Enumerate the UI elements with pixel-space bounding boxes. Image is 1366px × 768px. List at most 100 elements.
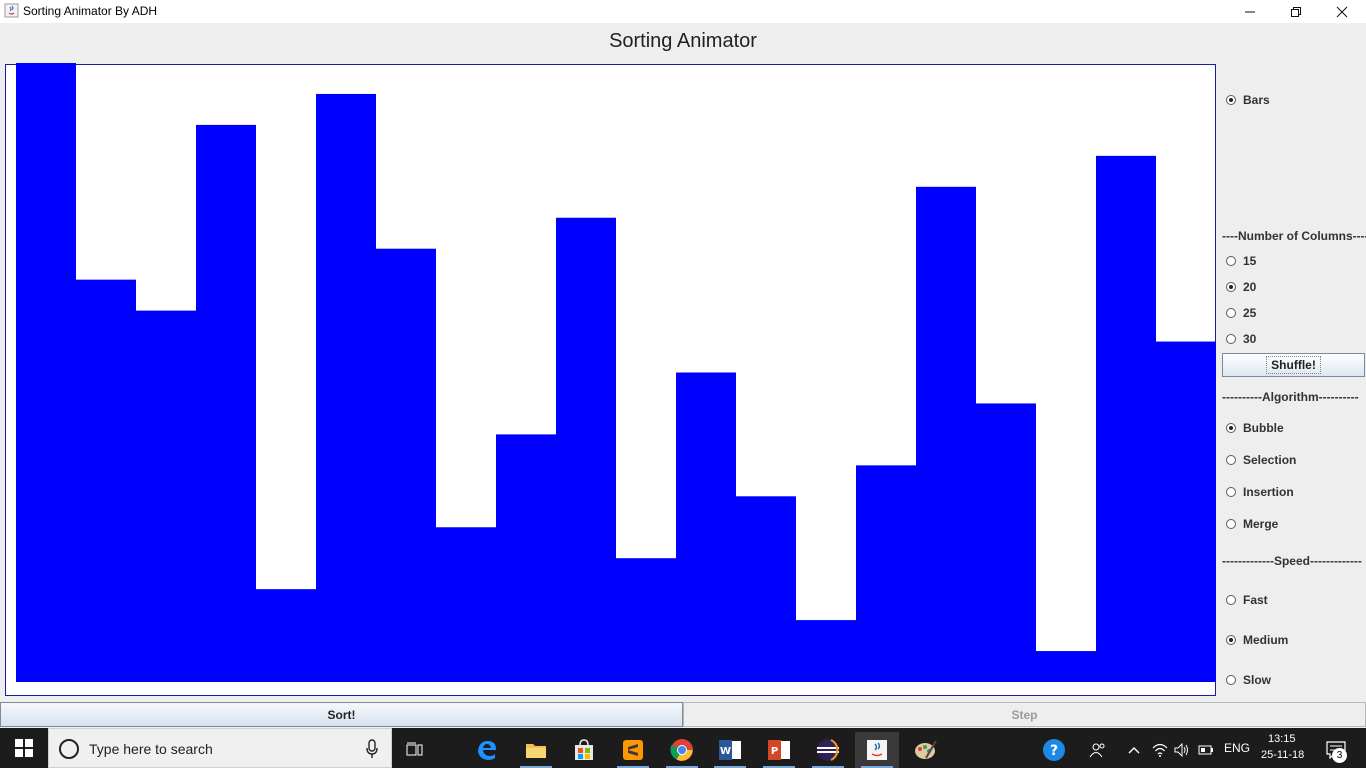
bar (76, 279, 136, 682)
radio-columns-15[interactable]: 15 (1226, 253, 1256, 269)
bar (1156, 341, 1216, 682)
bar (916, 186, 976, 683)
radio-fast[interactable]: Fast (1226, 592, 1268, 608)
radio-selection-label: Selection (1243, 453, 1297, 467)
bar (196, 124, 256, 682)
bar (616, 558, 676, 682)
close-button[interactable] (1319, 0, 1365, 23)
radio-insertion-indicator[interactable] (1226, 487, 1236, 497)
bar (556, 217, 616, 682)
bar (436, 527, 496, 682)
svg-text:?: ? (1050, 743, 1058, 759)
bar (976, 403, 1036, 682)
bar (16, 63, 76, 682)
sublime-text-icon[interactable] (611, 732, 655, 768)
radio-bubble[interactable]: Bubble (1226, 420, 1284, 436)
radio-selection[interactable]: Selection (1226, 452, 1296, 468)
eclipse-icon[interactable] (806, 732, 850, 768)
cortana-icon (59, 739, 79, 759)
sorting-canvas (5, 63, 1216, 696)
radio-merge-label: Merge (1243, 517, 1279, 531)
radio-merge-indicator[interactable] (1226, 519, 1236, 529)
edge-icon[interactable] (465, 732, 509, 768)
radio-slow-indicator[interactable] (1226, 675, 1236, 685)
radio-fast-label: Fast (1243, 593, 1268, 607)
wifi-icon[interactable] (1148, 732, 1172, 768)
java-app-icon (4, 3, 19, 18)
radio-slow[interactable]: Slow (1226, 672, 1271, 688)
radio-medium[interactable]: Medium (1226, 632, 1288, 648)
minimize-button[interactable] (1227, 0, 1273, 23)
radio-columns-20[interactable]: 20 (1226, 279, 1256, 295)
radio-medium-label: Medium (1243, 633, 1289, 647)
people-icon[interactable] (1080, 732, 1116, 768)
radio-insertion[interactable]: Insertion (1226, 484, 1294, 500)
radio-bars-label: Bars (1243, 93, 1270, 107)
radio-merge[interactable]: Merge (1226, 516, 1278, 532)
bar (856, 465, 916, 682)
restore-button[interactable] (1273, 0, 1319, 23)
svg-text:P: P (771, 746, 778, 757)
radio-selection-indicator[interactable] (1226, 455, 1236, 465)
radio-bubble-label: Bubble (1243, 421, 1284, 435)
bar (736, 496, 796, 682)
clock-date[interactable]: 25-11-18 (1261, 749, 1321, 761)
window-title: Sorting Animator By ADH (23, 4, 158, 18)
svg-text:W: W (720, 746, 731, 757)
radio-bars[interactable]: Bars (1226, 92, 1270, 108)
powerpoint-icon[interactable]: P (757, 732, 801, 768)
file-explorer-icon[interactable] (514, 732, 558, 768)
radio-columns-25-indicator[interactable] (1226, 308, 1236, 318)
bars-chart (16, 63, 1216, 683)
microphone-icon[interactable] (365, 739, 379, 759)
close-icon (1336, 6, 1348, 17)
bar (136, 310, 196, 682)
speed-section-header: -------------Speed------------- (1222, 554, 1362, 568)
radio-columns-20-indicator[interactable] (1226, 282, 1236, 292)
paint-icon[interactable] (904, 732, 948, 768)
notification-badge: 3 (1332, 748, 1347, 763)
chevron-up-icon[interactable] (1122, 732, 1146, 768)
radio-columns-20-label: 20 (1243, 280, 1257, 294)
radio-columns-15-indicator[interactable] (1226, 256, 1236, 266)
bar (256, 589, 316, 682)
java-icon[interactable] (855, 732, 899, 768)
algorithm-section-header: ----------Algorithm---------- (1222, 390, 1359, 404)
bar (1036, 651, 1096, 682)
step-button[interactable]: Step (683, 702, 1366, 727)
help-icon[interactable]: ? (1034, 732, 1074, 768)
radio-bubble-indicator[interactable] (1226, 423, 1236, 433)
minimize-icon (1245, 11, 1255, 12)
shuffle-button[interactable]: Shuffle! (1222, 353, 1365, 377)
radio-insertion-label: Insertion (1243, 485, 1294, 499)
volume-icon[interactable] (1170, 732, 1194, 768)
restore-icon (1291, 6, 1301, 17)
radio-columns-30[interactable]: 30 (1226, 331, 1256, 347)
windows-logo-icon (15, 739, 33, 757)
taskbar-search-box[interactable]: Type here to search (48, 728, 392, 768)
battery-icon[interactable] (1194, 732, 1218, 768)
store-icon[interactable] (562, 732, 606, 768)
radio-bars-indicator[interactable] (1226, 95, 1236, 105)
windows-taskbar: Type here to search W P ? ENG 13:15 25-1… (0, 728, 1366, 768)
word-icon[interactable]: W (708, 732, 752, 768)
bar (796, 620, 856, 682)
sort-button[interactable]: Sort! (0, 702, 683, 727)
radio-columns-25[interactable]: 25 (1226, 305, 1256, 321)
start-button[interactable] (0, 728, 48, 768)
radio-fast-indicator[interactable] (1226, 595, 1236, 605)
bar (376, 248, 436, 682)
radio-columns-30-indicator[interactable] (1226, 334, 1236, 344)
columns-section-header: ----Number of Columns----- (1222, 229, 1366, 243)
search-placeholder: Type here to search (89, 741, 213, 757)
bar (496, 434, 556, 682)
bar (316, 93, 376, 682)
chrome-icon[interactable] (660, 732, 704, 768)
radio-slow-label: Slow (1243, 673, 1272, 687)
task-view-icon[interactable] (394, 732, 438, 768)
radio-columns-30-label: 30 (1243, 332, 1257, 346)
radio-medium-indicator[interactable] (1226, 635, 1236, 645)
language-indicator[interactable]: ENG (1224, 741, 1250, 755)
shuffle-button-label: Shuffle! (1266, 356, 1321, 374)
radio-columns-15-label: 15 (1243, 254, 1257, 268)
